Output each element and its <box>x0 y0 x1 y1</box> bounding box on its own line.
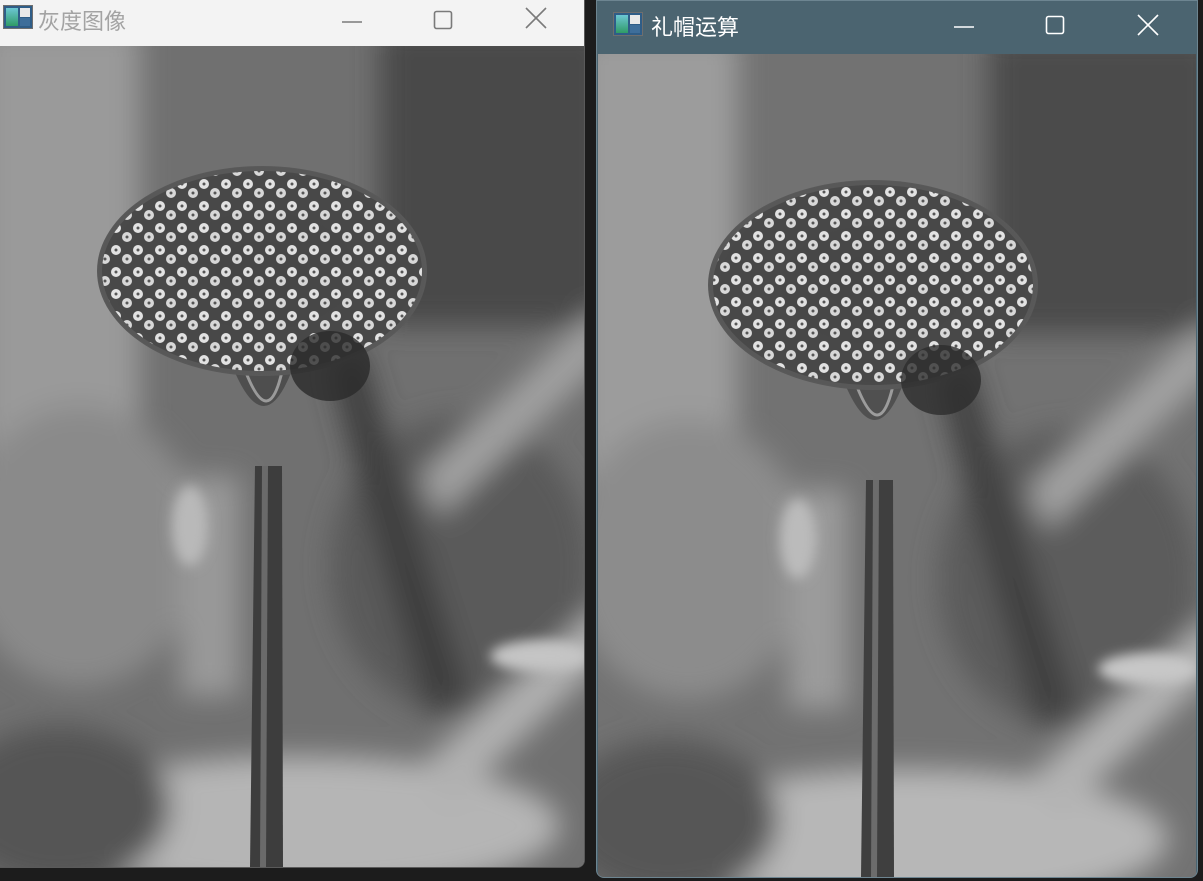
image-canvas[interactable] <box>0 46 584 867</box>
grayscale-image-window[interactable]: 灰度图像 <box>0 0 585 868</box>
close-icon <box>1137 14 1159 36</box>
maximize-icon <box>433 10 453 30</box>
close-icon <box>525 7 547 29</box>
window-title: 礼帽运算 <box>651 16 740 41</box>
title-bar[interactable]: 礼帽运算 <box>597 1 1197 53</box>
minimize-button[interactable] <box>332 0 372 40</box>
window-title: 灰度图像 <box>38 10 127 35</box>
minimize-icon <box>342 21 362 23</box>
maximize-button[interactable] <box>1035 5 1075 45</box>
close-button[interactable] <box>516 0 556 38</box>
app-icon <box>613 12 643 36</box>
maximize-button[interactable] <box>423 0 463 40</box>
minimize-button[interactable] <box>944 5 984 45</box>
flower-icon <box>0 46 584 867</box>
maximize-icon <box>1045 15 1065 35</box>
minimize-icon <box>954 26 974 28</box>
tophat-operation-window[interactable]: 礼帽运算 <box>596 0 1198 878</box>
flower-icon <box>598 54 1196 877</box>
title-bar[interactable]: 灰度图像 <box>0 0 584 46</box>
close-button[interactable] <box>1128 5 1168 45</box>
image-canvas[interactable] <box>598 54 1196 877</box>
app-icon <box>3 5 33 29</box>
